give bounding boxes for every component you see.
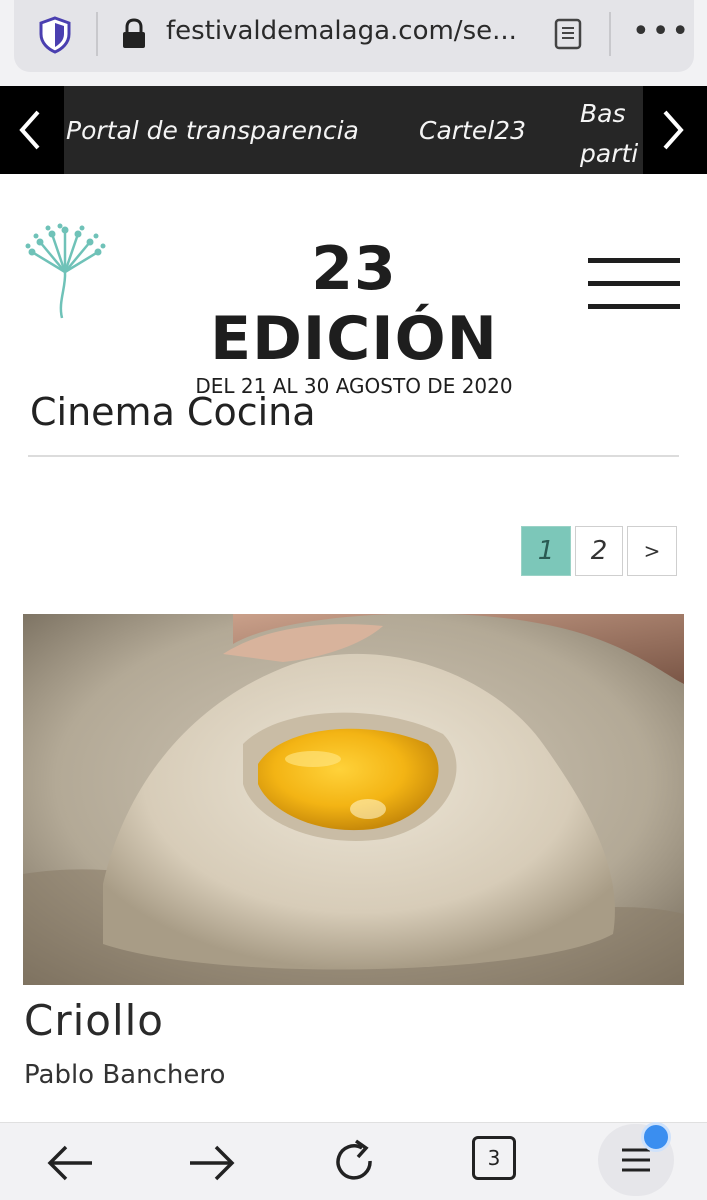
divider bbox=[609, 12, 611, 56]
lock-icon bbox=[123, 18, 145, 48]
section-title: Cinema Cocina bbox=[30, 390, 316, 434]
forward-arrow-icon[interactable] bbox=[184, 1135, 240, 1191]
url-bar[interactable]: festivaldemalaga.com/se... ••• bbox=[14, 0, 694, 72]
nav-item-cartel23[interactable]: Cartel23 bbox=[419, 116, 526, 145]
hamburger-menu-button[interactable] bbox=[588, 258, 680, 314]
reload-icon[interactable] bbox=[326, 1135, 382, 1191]
more-options-icon[interactable]: ••• bbox=[632, 14, 691, 49]
nav-item-transparencia[interactable]: Portal de transparencia bbox=[66, 116, 359, 145]
reader-mode-icon[interactable] bbox=[554, 18, 582, 50]
section-divider bbox=[28, 455, 679, 457]
menu-bar bbox=[588, 281, 680, 286]
site-nav-carousel: Portal de transparencia Cartel23 Bas par… bbox=[0, 86, 707, 174]
menu-bar bbox=[588, 304, 680, 309]
chevron-left-icon bbox=[19, 110, 40, 150]
film-director: Pablo Banchero bbox=[24, 1060, 226, 1090]
browser-top-bar: festivaldemalaga.com/se... ••• bbox=[0, 0, 707, 86]
page-1-button[interactable]: 1 bbox=[521, 526, 571, 576]
next-page-button[interactable]: > bbox=[627, 526, 677, 576]
notification-dot bbox=[641, 1122, 671, 1152]
edition-title: 23 EDICIÓN bbox=[210, 234, 498, 374]
festival-logo[interactable] bbox=[22, 222, 108, 320]
divider bbox=[96, 12, 98, 56]
tabs-counter-button[interactable]: 3 bbox=[472, 1136, 516, 1180]
page-2-button[interactable]: 2 bbox=[575, 526, 623, 576]
nav-item-bases[interactable]: Bas parti bbox=[580, 94, 638, 174]
url-text[interactable]: festivaldemalaga.com/se... bbox=[166, 16, 517, 46]
film-thumbnail[interactable] bbox=[23, 614, 684, 985]
back-arrow-icon[interactable] bbox=[42, 1135, 98, 1191]
menu-bar bbox=[588, 258, 680, 263]
shield-icon[interactable] bbox=[38, 16, 72, 54]
film-title[interactable]: Criollo bbox=[24, 996, 164, 1045]
flour-egg-photo bbox=[23, 614, 684, 985]
carousel-next-button[interactable] bbox=[643, 86, 707, 174]
chevron-right-icon bbox=[663, 110, 684, 150]
edition-heading: 23 EDICIÓN DEL 21 AL 30 AGOSTO DE 2020 bbox=[160, 234, 548, 398]
carousel-prev-button[interactable] bbox=[0, 86, 64, 174]
